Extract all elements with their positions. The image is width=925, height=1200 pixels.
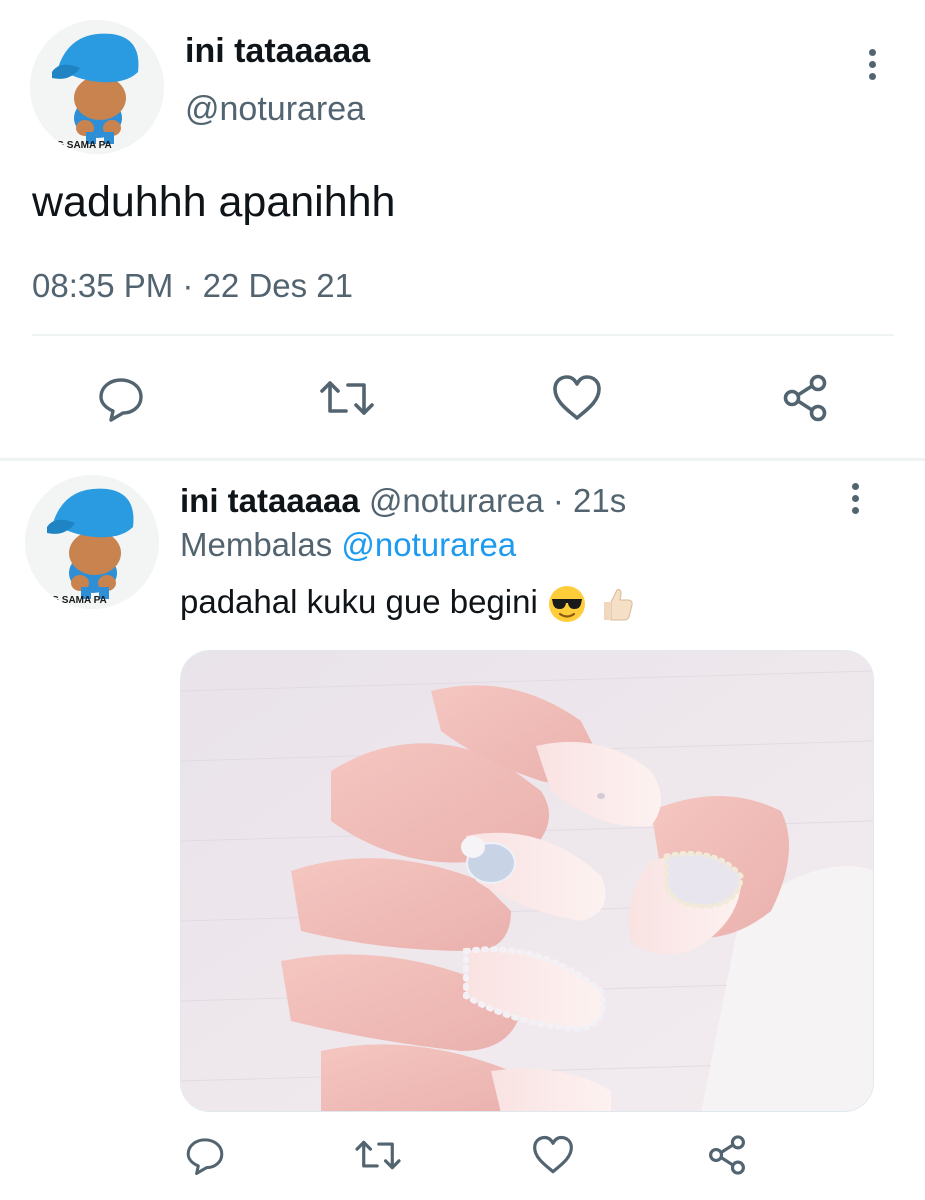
like-button[interactable]	[546, 370, 608, 426]
tweet-media[interactable]	[180, 650, 874, 1112]
reply-text-content: padahal kuku gue begini	[180, 583, 538, 620]
section-divider	[0, 458, 925, 461]
retweet-icon	[355, 1140, 401, 1170]
replying-prefix: Membalas	[180, 526, 342, 563]
reply-avatar[interactable]: NONG SAMA PA	[25, 475, 159, 609]
share-icon	[783, 374, 827, 422]
reply-like-button[interactable]	[528, 1130, 578, 1180]
user-handle[interactable]: @noturarea	[185, 90, 365, 129]
reply-display-name[interactable]: ini tataaaaa	[180, 482, 360, 519]
share-button[interactable]	[774, 370, 836, 426]
retweet-button[interactable]	[314, 370, 380, 426]
nail-art-photo	[181, 651, 873, 1111]
share-icon	[709, 1135, 745, 1175]
avatar[interactable]: NONG SAMA PA	[30, 20, 164, 154]
divider	[32, 334, 894, 336]
more-icon	[868, 48, 876, 56]
display-name[interactable]: ini tataaaaa	[185, 32, 370, 71]
more-options-button[interactable]	[860, 44, 884, 84]
reply-icon	[99, 378, 143, 422]
tweet-text: waduhhh apanihhh	[32, 178, 396, 226]
more-icon	[851, 482, 859, 490]
reply-reply-button[interactable]	[180, 1130, 230, 1180]
reply-more-options-button[interactable]	[843, 478, 867, 518]
like-icon	[553, 375, 601, 420]
reply-time[interactable]: 21s	[573, 482, 626, 519]
mention-link[interactable]: @noturarea	[341, 526, 516, 563]
reply-button[interactable]	[90, 370, 152, 426]
retweet-icon	[320, 381, 374, 415]
thumbs-up-emoji	[604, 589, 633, 621]
reply-handle[interactable]: @noturarea	[369, 482, 544, 519]
svg-text:NONG SAMA PA: NONG SAMA PA	[29, 595, 107, 606]
svg-text:NONG SAMA PA: NONG SAMA PA	[34, 140, 112, 151]
reply-icon	[186, 1138, 224, 1175]
reply-text: padahal kuku gue begini	[180, 583, 636, 624]
reply-separator: ·	[543, 482, 574, 519]
like-icon	[533, 1135, 573, 1174]
reply-header: ini tataaaaa @noturarea · 21s	[180, 482, 626, 520]
reply-retweet-button[interactable]	[350, 1130, 406, 1180]
reply-share-button[interactable]	[702, 1130, 752, 1180]
tweet-timestamp[interactable]: 08:35 PM · 22 Des 21	[32, 267, 353, 305]
replying-to: Membalas @noturarea	[180, 526, 516, 564]
sunglasses-emoji	[548, 586, 585, 623]
